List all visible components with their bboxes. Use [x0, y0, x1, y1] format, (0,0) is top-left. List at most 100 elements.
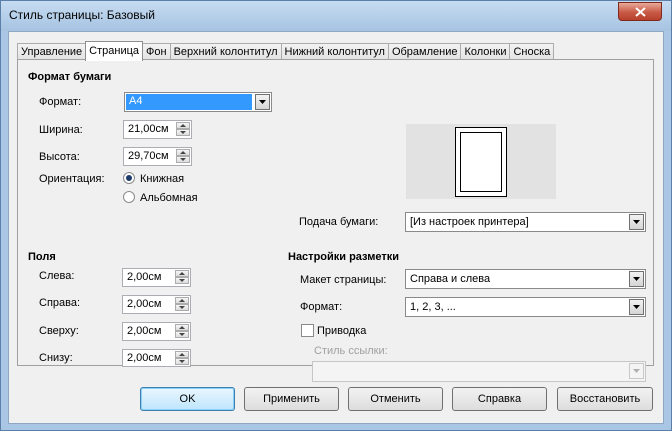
margin-left-decrement-button[interactable]: [175, 277, 189, 284]
margin-right-spin-buttons: [175, 297, 189, 312]
paper-format-value: A4: [129, 95, 143, 107]
page-preview-sheet: [455, 127, 507, 197]
margin-top-spinfield[interactable]: 2,00см: [122, 322, 191, 341]
margin-right-decrement-button[interactable]: [175, 304, 189, 311]
width-increment-button[interactable]: [176, 122, 190, 129]
reference-style-dropdown-button: [629, 363, 644, 379]
numbering-format-select[interactable]: 1, 2, 3, ...: [405, 297, 646, 317]
margin-bottom-value: 2,00см: [127, 352, 162, 364]
chevron-down-icon: [179, 279, 185, 282]
chevron-down-icon: [633, 369, 640, 373]
numbering-format-label: Формат:: [300, 301, 343, 313]
chevron-up-icon: [179, 353, 185, 356]
width-spin-buttons: [176, 122, 190, 137]
paper-format-label: Формат:: [39, 96, 82, 108]
tab-panel-page: Формат бумаги Формат: A4 Ширина: 21,00см…: [17, 59, 654, 382]
paper-format-selection: A4: [126, 94, 252, 110]
chevron-down-icon: [259, 100, 266, 104]
chevron-up-icon: [179, 299, 185, 302]
layout-settings-title: Настройки разметки: [288, 251, 400, 263]
ok-button[interactable]: OK: [140, 387, 235, 411]
margin-left-increment-button[interactable]: [175, 270, 189, 277]
numbering-format-dropdown-button[interactable]: [629, 299, 644, 315]
chevron-down-icon: [180, 158, 186, 161]
height-decrement-button[interactable]: [176, 156, 190, 163]
margin-left-value: 2,00см: [127, 271, 162, 283]
chevron-down-icon: [179, 306, 185, 309]
page-preview-margins: [460, 132, 502, 192]
margin-bottom-spinfield[interactable]: 2,00см: [122, 349, 191, 367]
margin-top-spin-buttons: [175, 324, 189, 339]
width-decrement-button[interactable]: [176, 129, 190, 136]
width-value: 21,00см: [128, 123, 169, 135]
chevron-down-icon: [180, 131, 186, 134]
paper-format-title: Формат бумаги: [28, 71, 112, 83]
help-button[interactable]: Справка: [452, 387, 547, 411]
chevron-down-icon: [179, 360, 185, 363]
chevron-up-icon: [180, 151, 186, 154]
window-title: Стиль страницы: Базовый: [9, 8, 155, 22]
margin-right-value: 2,00см: [127, 298, 162, 310]
register-true-label[interactable]: Приводка: [317, 325, 366, 337]
page-layout-dropdown-button[interactable]: [629, 271, 644, 287]
margin-bottom-decrement-button[interactable]: [175, 358, 189, 365]
margin-bottom-increment-button[interactable]: [175, 351, 189, 358]
height-increment-button[interactable]: [176, 149, 190, 156]
tab-footnote[interactable]: Сноска: [509, 43, 555, 60]
tab-page[interactable]: Страница: [85, 41, 144, 61]
tab-background[interactable]: Фон: [142, 43, 171, 60]
height-spinfield[interactable]: 29,70см: [123, 147, 192, 166]
tab-footer[interactable]: Нижний колонтитул: [280, 43, 389, 60]
page-layout-select[interactable]: Справа и слева: [405, 269, 646, 289]
page-preview: [406, 124, 556, 199]
page-layout-label: Макет страницы:: [300, 274, 387, 286]
title-bar[interactable]: Стиль страницы: Базовый: [1, 1, 671, 31]
register-true-checkbox[interactable]: [301, 324, 314, 337]
tab-borders[interactable]: Обрамление: [387, 43, 462, 60]
chevron-up-icon: [179, 326, 185, 329]
chevron-up-icon: [180, 124, 186, 127]
tab-bar: Управление Страница Фон Верхний колонтит…: [17, 41, 555, 61]
height-label: Высота:: [39, 151, 80, 163]
close-button[interactable]: [618, 2, 662, 21]
tab-header[interactable]: Верхний колонтитул: [169, 43, 282, 60]
margin-bottom-label: Снизу:: [39, 352, 73, 364]
height-value: 29,70см: [128, 150, 169, 162]
margin-top-increment-button[interactable]: [175, 324, 189, 331]
reference-style-select: [312, 361, 646, 382]
paper-format-select[interactable]: A4: [124, 92, 272, 112]
tab-columns[interactable]: Колонки: [460, 43, 511, 60]
margin-left-label: Слева:: [39, 270, 75, 282]
width-spinfield[interactable]: 21,00см: [123, 120, 192, 139]
tab-organizer[interactable]: Управление: [17, 43, 87, 60]
paper-format-dropdown-button[interactable]: [255, 94, 270, 110]
apply-button[interactable]: Применить: [244, 387, 339, 411]
portrait-radio[interactable]: [123, 172, 135, 184]
chevron-down-icon: [633, 277, 640, 281]
reference-style-label: Стиль ссылки:: [314, 345, 388, 357]
margin-right-increment-button[interactable]: [175, 297, 189, 304]
margin-top-decrement-button[interactable]: [175, 331, 189, 338]
orientation-label: Ориентация:: [39, 173, 105, 185]
landscape-radio[interactable]: [123, 191, 135, 203]
landscape-label[interactable]: Альбомная: [140, 192, 198, 204]
margin-top-value: 2,00см: [127, 325, 162, 337]
close-icon: [634, 6, 646, 17]
chevron-down-icon: [633, 305, 640, 309]
paper-tray-label: Подача бумаги:: [299, 216, 379, 228]
chevron-up-icon: [179, 272, 185, 275]
portrait-label[interactable]: Книжная: [140, 173, 184, 185]
margin-left-spinfield[interactable]: 2,00см: [122, 268, 191, 287]
dialog-body: Управление Страница Фон Верхний колонтит…: [8, 31, 664, 424]
paper-tray-select[interactable]: [Из настроек принтера]: [405, 212, 646, 232]
reset-button[interactable]: Восстановить: [557, 387, 653, 411]
numbering-format-value: 1, 2, 3, ...: [410, 301, 456, 313]
margin-right-spinfield[interactable]: 2,00см: [122, 295, 191, 314]
margin-bottom-spin-buttons: [175, 351, 189, 366]
chevron-down-icon: [179, 333, 185, 336]
width-label: Ширина:: [39, 124, 83, 136]
cancel-button[interactable]: Отменить: [348, 387, 443, 411]
margin-left-spin-buttons: [175, 270, 189, 285]
margins-title: Поля: [28, 251, 56, 263]
paper-tray-dropdown-button[interactable]: [629, 214, 644, 230]
